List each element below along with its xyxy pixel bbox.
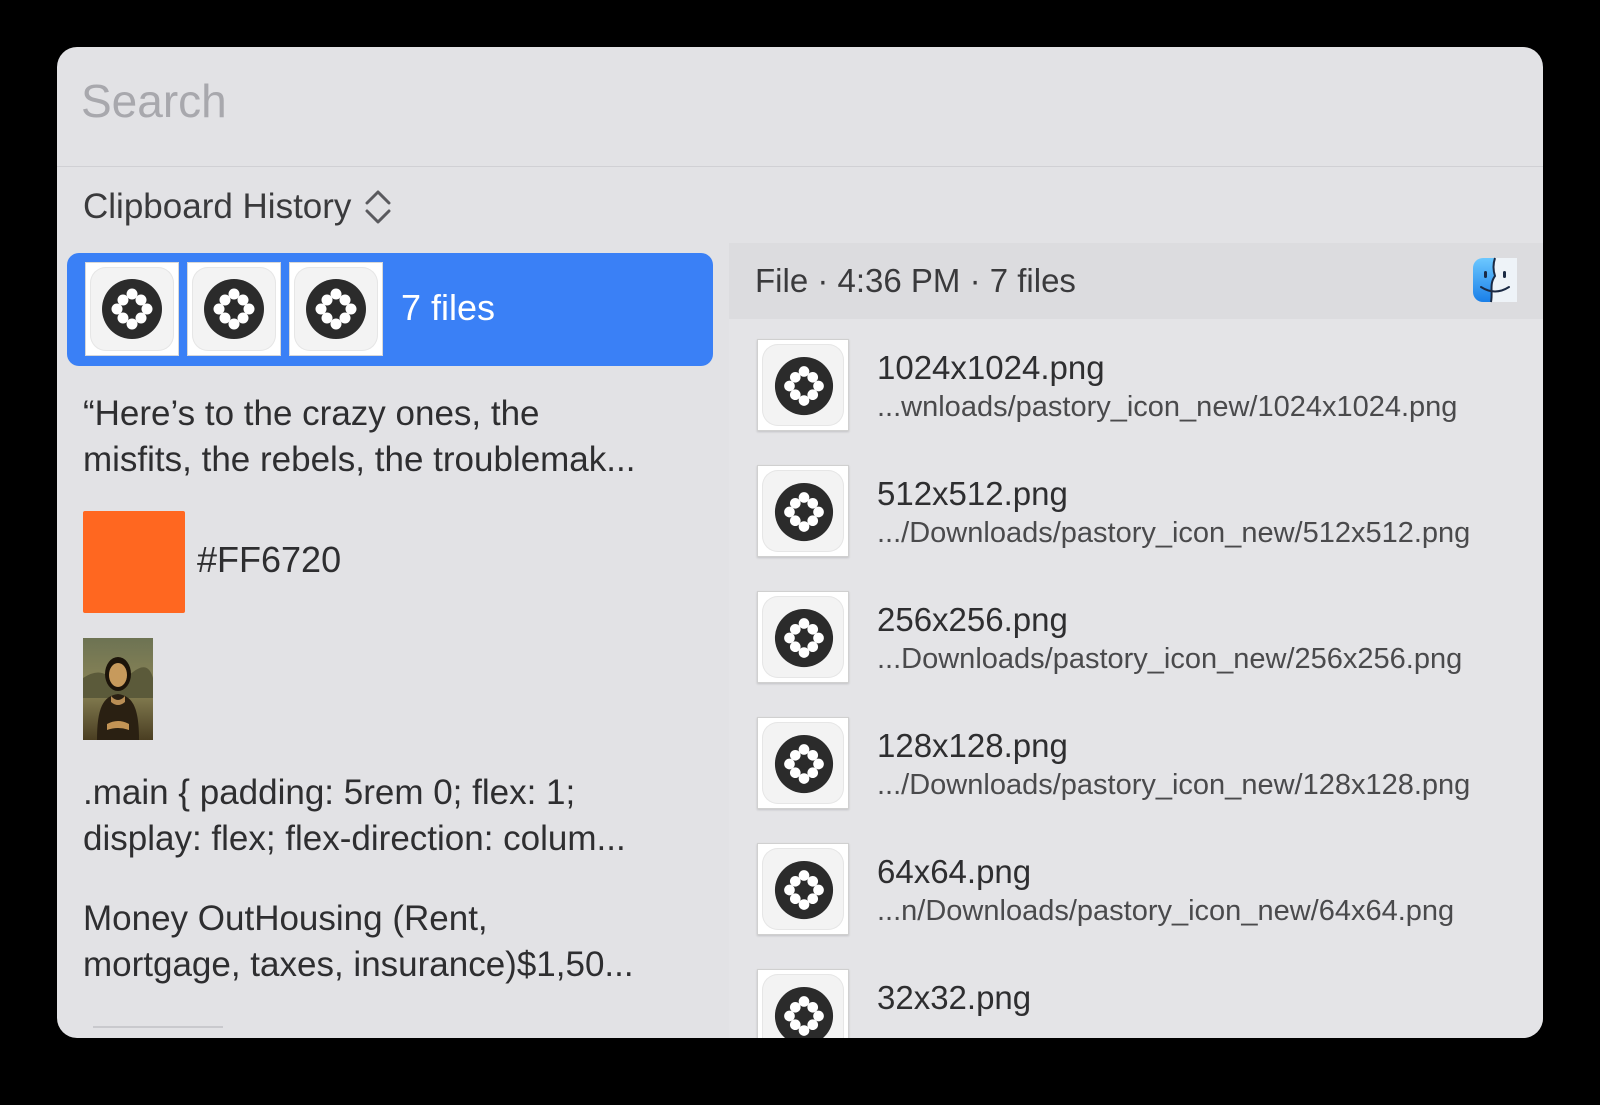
history-item-text-line: Money OutHousing (Rent, (83, 899, 488, 938)
history-item-text[interactable]: .main { padding: 5rem 0; flex: 1; displa… (83, 770, 703, 862)
file-row[interactable]: 512x512.png .../Downloads/pastory_icon_n… (757, 465, 1527, 561)
pastory-app-icon (204, 279, 264, 339)
history-item-text-line: misfits, the rebels, the troublemak... (83, 440, 636, 479)
pastory-app-icon (774, 482, 834, 542)
file-thumbnail (757, 843, 849, 935)
history-item-text[interactable]: “Here’s to the crazy ones, the misfits, … (83, 391, 703, 483)
mona-lisa-thumbnail (83, 638, 153, 740)
file-thumbnail (757, 969, 849, 1038)
history-item-label: 7 files (401, 287, 496, 328)
pastory-app-icon (774, 356, 834, 416)
file-path: ...n/Downloads/pastory_icon_new/64x64.pn… (877, 895, 1455, 927)
search-input[interactable] (81, 71, 1501, 131)
pastory-app-icon (774, 986, 834, 1038)
clipboard-window: Clipboard History (57, 47, 1543, 1038)
search-bar (57, 47, 1543, 167)
file-thumbnail (757, 717, 849, 809)
divider (93, 1026, 223, 1028)
file-name: 1024x1024.png (877, 349, 1105, 386)
file-path: .../Downloads/pastory_icon_new/128x128.p… (877, 769, 1471, 801)
file-name: 128x128.png (877, 727, 1068, 764)
history-item-text-line: mortgage, taxes, insurance)$1,50... (83, 945, 634, 984)
history-item-image[interactable] (83, 638, 155, 742)
file-thumbnail (757, 465, 849, 557)
file-thumbnail (289, 262, 383, 356)
history-item-color[interactable]: #FF6720 (83, 511, 703, 614)
color-hex-label: #FF6720 (197, 539, 342, 580)
file-path: ...wnloads/pastory_icon_new/1024x1024.pn… (877, 391, 1458, 423)
pastory-app-icon (774, 608, 834, 668)
history-item-text[interactable]: Money OutHousing (Rent, mortgage, taxes,… (83, 896, 703, 988)
history-item-text-line: “Here’s to the crazy ones, the (83, 394, 540, 433)
file-row[interactable]: 128x128.png .../Downloads/pastory_icon_n… (757, 717, 1527, 813)
detail-meta: File · 4:36 PM · 7 files (755, 262, 1076, 299)
history-list: 7 files “Here’s to the crazy ones, the m… (67, 253, 713, 1038)
file-name: 256x256.png (877, 601, 1068, 638)
file-path: ...Downloads/pastory_icon_new/256x256.pn… (877, 643, 1463, 675)
color-swatch (83, 511, 185, 613)
chevron-up-down-icon (365, 190, 391, 224)
history-item-partial[interactable] (83, 1018, 223, 1038)
file-path: .../Downloads/pastory_icon_new/512x512.p… (877, 517, 1471, 549)
pastory-app-icon (774, 734, 834, 794)
detail-pane: File · 4:36 PM · 7 files 1024x1024.png .… (729, 243, 1543, 1038)
pastory-app-icon (774, 860, 834, 920)
file-name: 64x64.png (877, 853, 1032, 890)
file-thumbnail (187, 262, 281, 356)
file-name: 512x512.png (877, 475, 1068, 512)
file-thumbnail (757, 339, 849, 431)
pastory-app-icon (306, 279, 366, 339)
file-row[interactable]: 64x64.png ...n/Downloads/pastory_icon_ne… (757, 843, 1527, 939)
finder-icon[interactable] (1471, 256, 1519, 304)
file-name: 32x32.png (877, 979, 1032, 1016)
pastory-app-icon (102, 279, 162, 339)
file-row[interactable]: 256x256.png ...Downloads/pastory_icon_ne… (757, 591, 1527, 687)
file-row[interactable]: 1024x1024.png ...wnloads/pastory_icon_ne… (757, 339, 1527, 435)
file-thumbnail (757, 591, 849, 683)
history-item-text-line: display: flex; flex-direction: colum... (83, 819, 626, 858)
history-item-files[interactable]: 7 files (67, 253, 713, 366)
detail-header: File · 4:36 PM · 7 files (729, 243, 1543, 319)
section-selector[interactable]: Clipboard History (83, 182, 393, 232)
file-thumbnail (85, 262, 179, 356)
file-row[interactable]: 32x32.png (757, 969, 1527, 1038)
section-title: Clipboard History (83, 187, 352, 226)
history-item-text-line: .main { padding: 5rem 0; flex: 1; (83, 773, 576, 812)
